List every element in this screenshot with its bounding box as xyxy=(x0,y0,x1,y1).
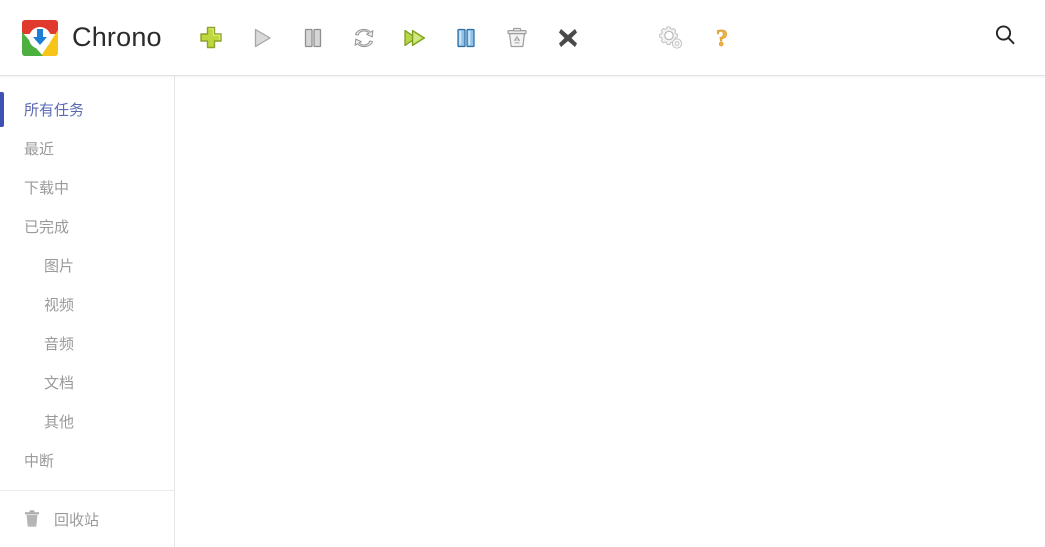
sidebar-item-completed[interactable]: 已完成 xyxy=(0,207,174,246)
sidebar-item-label: 下载中 xyxy=(24,180,70,197)
pause-button[interactable] xyxy=(288,12,339,64)
sidebar-item-label: 中断 xyxy=(24,453,55,470)
refresh-icon xyxy=(351,25,377,51)
sidebar-item-label: 其他 xyxy=(44,414,75,431)
pause-icon xyxy=(300,25,326,51)
task-list-area[interactable] xyxy=(175,76,1045,547)
recycle-bin-icon xyxy=(504,25,530,51)
sidebar-item-documents[interactable]: 文档 xyxy=(0,363,174,402)
sidebar-item-label: 最近 xyxy=(24,141,55,158)
pause-all-button[interactable] xyxy=(441,12,492,64)
sidebar-item-label: 文档 xyxy=(44,375,75,392)
sidebar-item-label: 已完成 xyxy=(24,219,70,236)
sidebar-item-downloading[interactable]: 下载中 xyxy=(0,168,174,207)
start-all-button[interactable] xyxy=(390,12,441,64)
play-icon xyxy=(249,25,275,51)
toolbar-separator xyxy=(594,33,646,43)
start-button[interactable] xyxy=(237,12,288,64)
delete-button[interactable] xyxy=(543,12,594,64)
sidebar-item-others[interactable]: 其他 xyxy=(0,402,174,441)
brand: Chrono xyxy=(22,19,162,56)
gear-icon xyxy=(657,24,685,52)
sidebar-item-label: 音频 xyxy=(44,336,75,353)
sidebar-item-recent[interactable]: 最近 xyxy=(0,129,174,168)
app-title: Chrono xyxy=(72,22,162,52)
sidebar-item-recycle-bin[interactable]: 回收站 xyxy=(0,491,174,547)
add-task-button[interactable] xyxy=(186,12,237,64)
app-window: Chrono ? 所有任务 最近 下载中 已完成 图片 视频 音频 文档 其他 … xyxy=(0,0,1045,547)
svg-text:?: ? xyxy=(716,26,728,51)
trash-icon xyxy=(24,510,40,528)
sidebar-item-label: 所有任务 xyxy=(24,102,85,119)
question-mark-icon: ? xyxy=(709,25,735,51)
sidebar-item-interrupted[interactable]: 中断 xyxy=(0,441,174,480)
recycle-button[interactable] xyxy=(492,12,543,64)
search-icon xyxy=(993,23,1017,52)
toolbar: ? xyxy=(186,0,748,75)
resume-button[interactable] xyxy=(339,12,390,64)
sidebar-item-label: 图片 xyxy=(44,258,75,275)
sidebar: 所有任务 最近 下载中 已完成 图片 视频 音频 文档 其他 中断 回收站 xyxy=(0,76,175,547)
search-button[interactable] xyxy=(981,12,1029,64)
sidebar-item-label: 回收站 xyxy=(54,511,100,529)
fast-forward-icon xyxy=(401,24,429,52)
help-button[interactable]: ? xyxy=(697,12,748,64)
empty-task-list xyxy=(175,76,1045,547)
settings-button[interactable] xyxy=(646,12,697,64)
pause-all-icon xyxy=(453,25,479,51)
plus-icon xyxy=(198,25,224,51)
sidebar-item-images[interactable]: 图片 xyxy=(0,246,174,285)
sidebar-item-label: 视频 xyxy=(44,297,75,314)
app-header: Chrono ? xyxy=(0,0,1045,76)
chrome-download-logo-icon xyxy=(22,19,58,56)
close-x-icon xyxy=(555,25,581,51)
app-body: 所有任务 最近 下载中 已完成 图片 视频 音频 文档 其他 中断 回收站 xyxy=(0,76,1045,547)
sidebar-item-all-tasks[interactable]: 所有任务 xyxy=(0,90,174,129)
sidebar-item-videos[interactable]: 视频 xyxy=(0,285,174,324)
sidebar-item-audio[interactable]: 音频 xyxy=(0,324,174,363)
